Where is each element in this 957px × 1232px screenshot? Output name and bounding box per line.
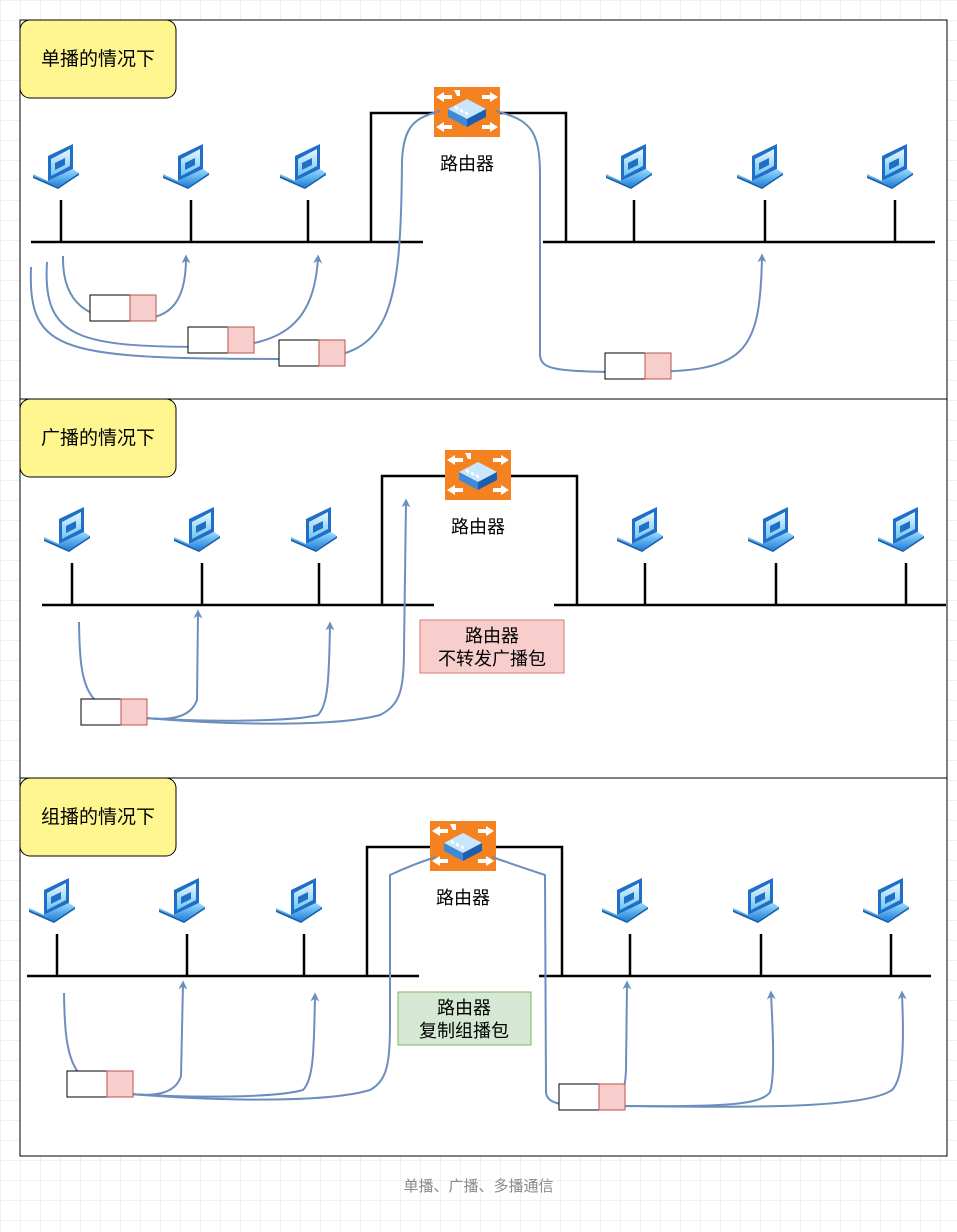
note-line: 路由器 xyxy=(465,626,519,647)
note-line: 不转发广播包 xyxy=(438,649,546,670)
panel-title: 单播的情况下 xyxy=(41,48,155,70)
panel-title: 广播的情况下 xyxy=(41,427,155,449)
panel-broadcast: 广播的情况下 路由器 路由器 不转发广播包 xyxy=(19,398,948,779)
packet xyxy=(66,1070,134,1098)
router-note-multicast: 路由器 复制组播包 xyxy=(397,991,532,1046)
router-label: 路由器 xyxy=(436,888,490,909)
network-diagram: 单播的情况下 路由器 广播的情况下 路由器 路由器 不转发广播包 组播的情况下 … xyxy=(19,19,948,1157)
packet xyxy=(604,352,672,380)
router-icon xyxy=(430,821,496,871)
figure-caption: 单播、广播、多播通信 xyxy=(403,1177,554,1195)
packet xyxy=(278,339,346,367)
note-line: 路由器 xyxy=(437,998,491,1019)
note-line: 复制组播包 xyxy=(419,1021,509,1042)
router-note-broadcast: 路由器 不转发广播包 xyxy=(419,619,565,674)
panel-title: 组播的情况下 xyxy=(41,806,155,828)
panel-multicast: 组播的情况下 路由器 路由器 复制组播包 xyxy=(19,777,948,1157)
packet xyxy=(89,294,157,322)
packet xyxy=(558,1083,626,1111)
router-label: 路由器 xyxy=(440,154,494,175)
router-label: 路由器 xyxy=(451,517,505,538)
router-icon xyxy=(434,87,500,137)
packet xyxy=(187,326,255,354)
packet xyxy=(80,698,148,726)
router-icon xyxy=(445,450,511,500)
panel-unicast: 单播的情况下 路由器 xyxy=(19,19,948,400)
